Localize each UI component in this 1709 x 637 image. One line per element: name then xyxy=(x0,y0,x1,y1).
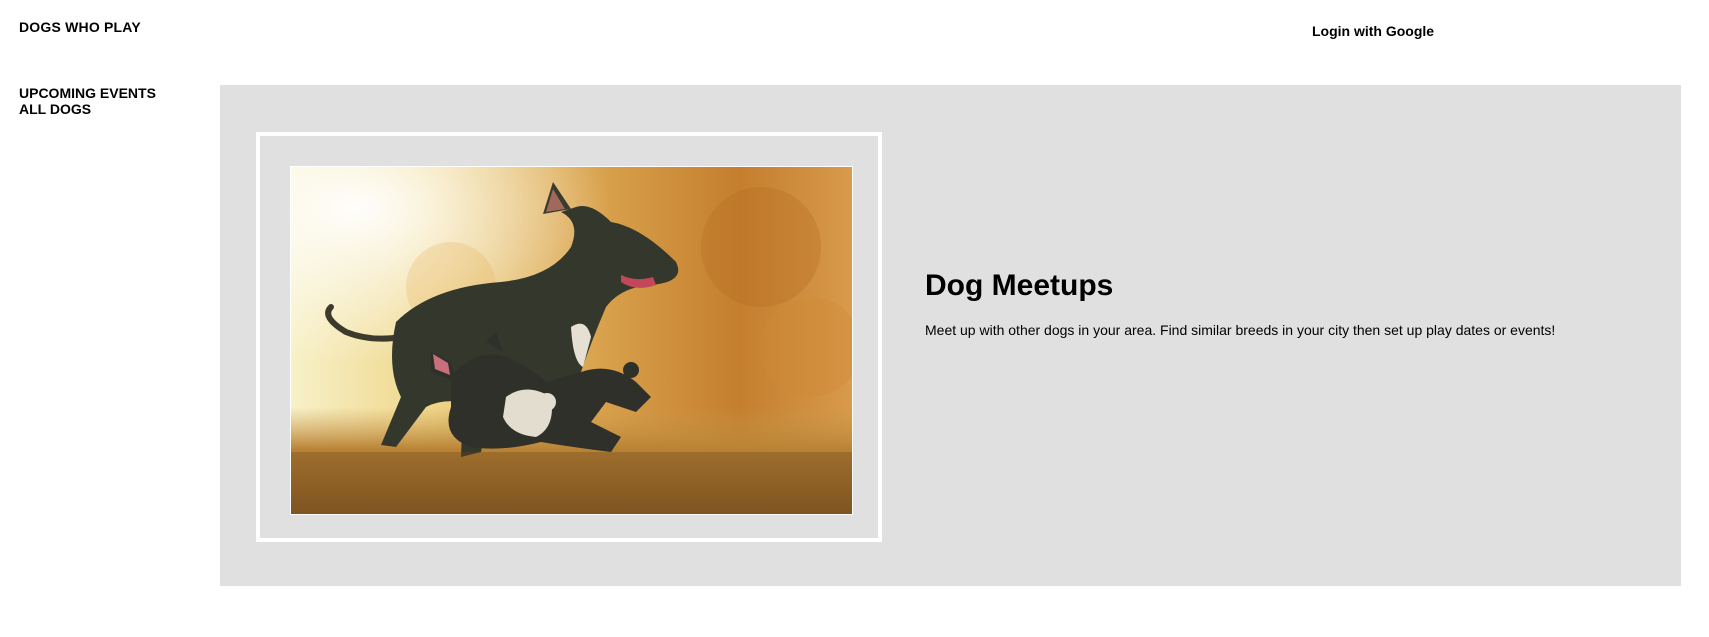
brand-title[interactable]: DOGS WHO PLAY xyxy=(19,19,141,35)
login-with-google-button[interactable]: Login with Google xyxy=(1312,23,1434,39)
dogs-playing-photo xyxy=(290,166,853,515)
image-frame xyxy=(256,132,882,542)
nav-item-upcoming-events[interactable]: UPCOMING EVENTS xyxy=(19,85,156,101)
hero-description: Meet up with other dogs in your area. Fi… xyxy=(925,322,1556,338)
hero-text: Dog Meetups Meet up with other dogs in y… xyxy=(925,269,1645,339)
nav-item-all-dogs[interactable]: ALL DOGS xyxy=(19,101,156,117)
hero-section: Dog Meetups Meet up with other dogs in y… xyxy=(220,85,1681,586)
hero-title: Dog Meetups xyxy=(925,269,1114,302)
side-navigation: UPCOMING EVENTS ALL DOGS xyxy=(19,85,156,117)
page: DOGS WHO PLAY Login with Google UPCOMING… xyxy=(0,0,1709,637)
